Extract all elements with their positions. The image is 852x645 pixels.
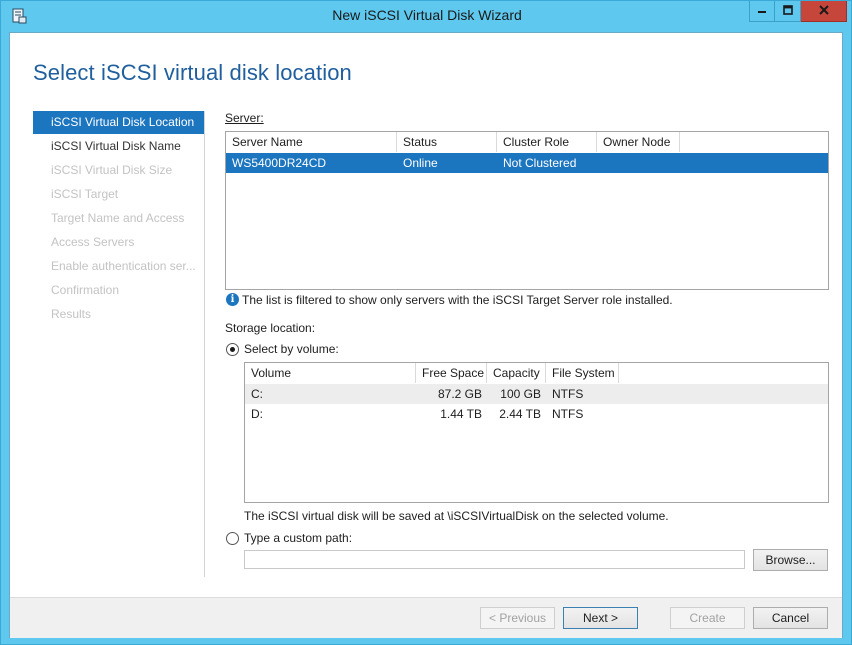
- previous-button[interactable]: < Previous: [480, 607, 555, 629]
- server-list[interactable]: Server Name Status Cluster Role Owner No…: [225, 131, 829, 290]
- file-system-cell: NTFS: [552, 407, 584, 421]
- maximize-button[interactable]: [775, 1, 801, 22]
- table-row[interactable]: C: 87.2 GB 100 GB NTFS: [245, 384, 828, 404]
- server-name-cell: WS5400DR24CD: [232, 156, 327, 170]
- wizard-window: New iSCSI Virtual Disk Wizard Select iSC…: [0, 0, 852, 645]
- capacity-cell: 100 GB: [500, 387, 541, 401]
- nav-item-virtual-disk-location[interactable]: iSCSI Virtual Disk Location: [33, 111, 204, 134]
- column-cluster-role[interactable]: Cluster Role: [497, 132, 597, 152]
- column-owner-node[interactable]: Owner Node: [597, 132, 680, 152]
- column-volume[interactable]: Volume: [245, 363, 416, 383]
- wizard-nav: iSCSI Virtual Disk Location iSCSI Virtua…: [33, 111, 205, 581]
- file-system-cell: NTFS: [552, 387, 584, 401]
- nav-divider: [204, 111, 205, 577]
- close-icon: [818, 4, 830, 19]
- info-icon: i: [226, 293, 239, 306]
- custom-path-radio[interactable]: [226, 532, 239, 545]
- volume-cell: C:: [251, 387, 263, 401]
- select-by-volume-radio[interactable]: [226, 343, 239, 356]
- select-by-volume-label[interactable]: Select by volume:: [244, 342, 339, 356]
- table-row[interactable]: WS5400DR24CD Online Not Clustered: [226, 153, 828, 173]
- custom-path-input[interactable]: [244, 550, 745, 569]
- nav-item-iscsi-target: iSCSI Target: [51, 187, 119, 201]
- nav-item-access-servers: Access Servers: [51, 235, 135, 249]
- page-title: Select iSCSI virtual disk location: [33, 60, 352, 85]
- wizard-content: Select iSCSI virtual disk location iSCSI…: [9, 32, 843, 638]
- storage-location-label: Storage location:: [225, 321, 316, 335]
- nav-item-confirmation: Confirmation: [51, 283, 120, 297]
- browse-button[interactable]: Browse...: [753, 549, 828, 571]
- nav-item-enable-authentication: Enable authentication ser...: [51, 259, 196, 273]
- server-list-header: Server Name Status Cluster Role Owner No…: [226, 132, 680, 152]
- save-location-note: The iSCSI virtual disk will be saved at …: [244, 509, 669, 523]
- free-space-cell: 1.44 TB: [440, 407, 482, 421]
- window-title: New iSCSI Virtual Disk Wizard: [332, 7, 522, 23]
- server-owner-node-cell: [597, 153, 680, 173]
- nav-item-results: Results: [51, 307, 92, 321]
- nav-item-target-name-access: Target Name and Access: [51, 211, 185, 225]
- server-filter-note: The list is filtered to show only server…: [242, 293, 673, 307]
- column-free-space[interactable]: Free Space: [416, 363, 487, 383]
- custom-path-label[interactable]: Type a custom path:: [244, 531, 352, 545]
- volume-list[interactable]: Volume Free Space Capacity File System C…: [244, 362, 829, 503]
- capacity-cell: 2.44 TB: [499, 407, 541, 421]
- create-button[interactable]: Create: [670, 607, 745, 629]
- free-space-cell: 87.2 GB: [437, 387, 482, 401]
- next-button[interactable]: Next >: [563, 607, 638, 629]
- volume-cell: D:: [251, 407, 263, 421]
- cancel-button[interactable]: Cancel: [753, 607, 828, 629]
- minimize-icon: [757, 4, 767, 18]
- column-capacity[interactable]: Capacity: [487, 363, 546, 383]
- column-server-name[interactable]: Server Name: [226, 132, 397, 152]
- volume-list-header: Volume Free Space Capacity File System: [245, 363, 619, 383]
- server-label: Server:: [225, 111, 264, 125]
- server-status-cell: Online: [403, 156, 438, 170]
- table-row[interactable]: D: 1.44 TB 2.44 TB NTFS: [245, 404, 828, 424]
- nav-item-virtual-disk-name[interactable]: iSCSI Virtual Disk Name: [33, 135, 204, 158]
- nav-item-virtual-disk-size: iSCSI Virtual Disk Size: [51, 163, 173, 177]
- close-button[interactable]: [801, 1, 847, 22]
- wizard-footer: < Previous Next > Create Cancel: [10, 598, 842, 638]
- column-file-system[interactable]: File System: [546, 363, 619, 383]
- minimize-button[interactable]: [749, 1, 775, 22]
- title-bar[interactable]: New iSCSI Virtual Disk Wizard: [1, 1, 852, 31]
- server-cluster-role-cell: Not Clustered: [503, 156, 577, 170]
- column-status[interactable]: Status: [397, 132, 497, 152]
- maximize-icon: [782, 4, 793, 18]
